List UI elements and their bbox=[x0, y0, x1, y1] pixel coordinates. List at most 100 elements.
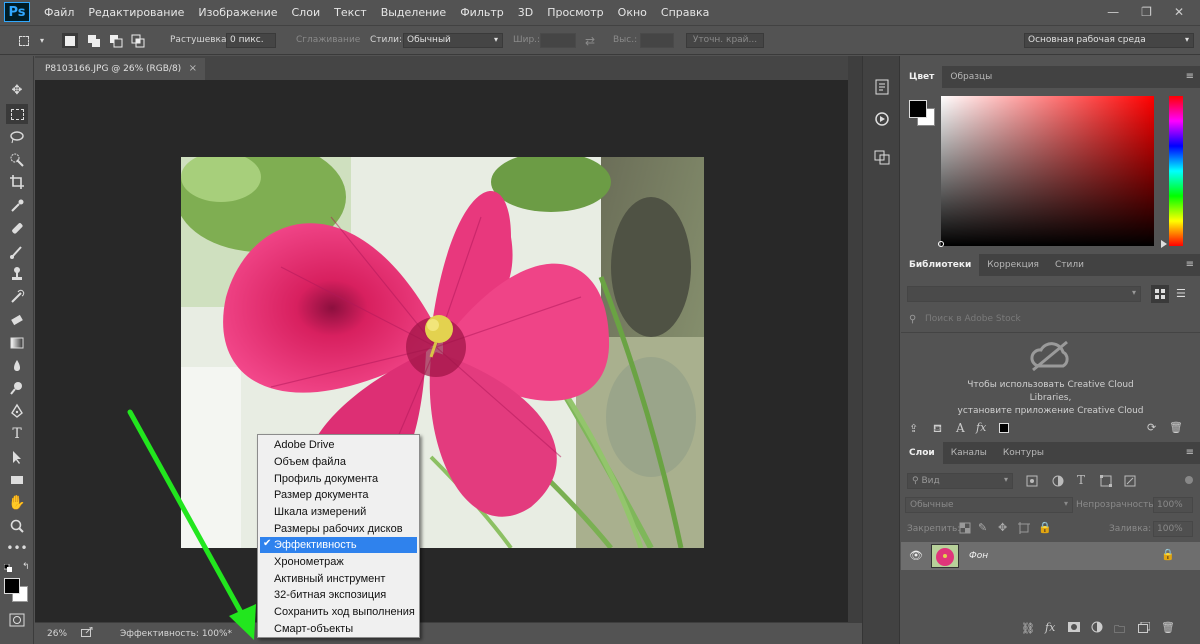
zoom-tool-icon[interactable] bbox=[6, 516, 28, 536]
hand-tool-icon[interactable]: ✋ bbox=[6, 493, 28, 513]
menu-view[interactable]: Просмотр bbox=[547, 6, 603, 19]
lasso-tool-icon[interactable] bbox=[6, 127, 28, 147]
new-selection-icon[interactable] bbox=[62, 33, 78, 48]
list-view-icon[interactable]: ☰ bbox=[1176, 287, 1186, 300]
close-button[interactable]: ✕ bbox=[1174, 5, 1184, 19]
tab-channels[interactable]: Каналы bbox=[943, 442, 995, 464]
hue-slider[interactable] bbox=[1169, 96, 1183, 246]
add-selection-icon[interactable] bbox=[86, 33, 102, 48]
menu-item-scratch-sizes[interactable]: Размеры рабочих дисков bbox=[260, 521, 417, 537]
intersect-selection-icon[interactable] bbox=[130, 33, 146, 48]
panel-menu-icon[interactable]: ≡ bbox=[1186, 71, 1194, 82]
tab-adjustments[interactable]: Коррекция bbox=[979, 254, 1047, 276]
marquee-preset-icon[interactable] bbox=[16, 33, 32, 48]
menu-layers[interactable]: Слои bbox=[292, 6, 321, 19]
menu-3d[interactable]: 3D bbox=[518, 6, 533, 19]
grid-view-icon[interactable] bbox=[1151, 285, 1169, 303]
menu-item-efficiency[interactable]: ✔ Эффективность bbox=[260, 537, 417, 553]
foreground-color-swatch[interactable] bbox=[4, 578, 20, 594]
filter-toggle[interactable] bbox=[1185, 476, 1193, 484]
crop-tool-icon[interactable] bbox=[6, 172, 28, 192]
library-select[interactable]: ▾ bbox=[907, 286, 1141, 302]
add-layer-style-icon[interactable]: fx bbox=[1045, 621, 1055, 634]
properties-panel-icon[interactable] bbox=[871, 146, 893, 168]
menu-item-file-size[interactable]: Объем файла bbox=[260, 454, 417, 470]
zoom-level[interactable]: 26% bbox=[47, 629, 67, 639]
width-input[interactable] bbox=[540, 33, 576, 48]
delete-layer-icon[interactable]: 🗑 bbox=[1161, 621, 1175, 634]
filter-smart-object-icon[interactable] bbox=[1123, 474, 1137, 488]
blend-mode-select[interactable]: Обычные ▾ bbox=[905, 497, 1073, 513]
menu-item-adobe-drive[interactable]: Adobe Drive bbox=[260, 437, 417, 453]
tab-paths[interactable]: Контуры bbox=[995, 442, 1052, 464]
lock-position-icon[interactable]: ✥ bbox=[998, 521, 1007, 534]
layer-name[interactable]: Фон bbox=[969, 551, 988, 561]
opacity-input[interactable]: 100% bbox=[1153, 497, 1193, 513]
link-layers-icon[interactable]: ⛓ bbox=[1021, 622, 1035, 635]
dodge-tool-icon[interactable] bbox=[6, 378, 28, 398]
close-tab-icon[interactable]: × bbox=[189, 63, 197, 74]
restore-button[interactable]: ❐ bbox=[1141, 5, 1152, 19]
actions-panel-icon[interactable] bbox=[871, 108, 893, 130]
new-adjustment-layer-icon[interactable] bbox=[1091, 621, 1103, 633]
marquee-tool-icon[interactable] bbox=[6, 104, 28, 124]
filter-type-icon[interactable]: T bbox=[1077, 473, 1085, 487]
tab-libraries[interactable]: Библиотеки bbox=[901, 254, 980, 276]
character-style-icon[interactable]: A bbox=[956, 421, 965, 435]
tab-styles[interactable]: Стили bbox=[1047, 254, 1092, 276]
layer-style-icon[interactable]: fx bbox=[976, 421, 986, 434]
fill-input[interactable]: 100% bbox=[1153, 521, 1193, 537]
foreground-color-chip[interactable] bbox=[909, 100, 927, 118]
pen-tool-icon[interactable] bbox=[6, 401, 28, 421]
menu-type[interactable]: Текст bbox=[334, 6, 367, 19]
layer-filter-select[interactable]: ⚲ Вид ▾ bbox=[907, 473, 1013, 489]
menu-item-timing[interactable]: Хронометраж bbox=[260, 554, 417, 570]
filter-pixel-icon[interactable] bbox=[1025, 474, 1039, 488]
gradient-tool-icon[interactable] bbox=[6, 333, 28, 353]
default-colors-icon[interactable] bbox=[3, 563, 12, 572]
tab-swatches[interactable]: Образцы bbox=[942, 66, 1000, 88]
new-layer-icon[interactable] bbox=[1138, 621, 1151, 633]
rectangle-tool-icon[interactable] bbox=[6, 470, 28, 490]
trash-icon[interactable]: 🗑 bbox=[1169, 421, 1183, 434]
swap-colors-icon[interactable]: ↰ bbox=[22, 562, 30, 572]
eyedropper-tool-icon[interactable] bbox=[6, 196, 28, 216]
color-field[interactable] bbox=[941, 96, 1154, 246]
menu-filter[interactable]: Фильтр bbox=[460, 6, 504, 19]
history-panel-icon[interactable] bbox=[871, 76, 893, 98]
tab-layers[interactable]: Слои bbox=[901, 442, 943, 464]
menu-item-measurement-scale[interactable]: Шкала измерений bbox=[260, 504, 417, 520]
menu-edit[interactable]: Редактирование bbox=[88, 6, 184, 19]
healing-brush-tool-icon[interactable] bbox=[6, 218, 28, 238]
menu-item-32bit-exposure[interactable]: 32-битная экспозиция bbox=[260, 587, 417, 603]
menu-image[interactable]: Изображение bbox=[198, 6, 277, 19]
menu-file[interactable]: Файл bbox=[44, 6, 74, 19]
color-swatch-icon[interactable] bbox=[999, 423, 1009, 433]
paint-bucket-icon[interactable]: ⛾ bbox=[933, 422, 942, 437]
swap-dimensions-icon[interactable]: ⇄ bbox=[582, 33, 598, 48]
type-tool-icon[interactable]: T bbox=[6, 424, 28, 444]
menu-select[interactable]: Выделение bbox=[381, 6, 447, 19]
quick-mask-icon[interactable] bbox=[6, 610, 28, 630]
status-info[interactable]: Эффективность: 100%* bbox=[120, 629, 232, 639]
export-icon[interactable] bbox=[81, 626, 93, 637]
subtract-selection-icon[interactable] bbox=[108, 33, 124, 48]
path-selection-tool-icon[interactable] bbox=[6, 447, 28, 467]
workspace-select[interactable]: Основная рабочая среда ▾ bbox=[1024, 33, 1194, 48]
panel-menu-icon[interactable]: ≡ bbox=[1186, 447, 1194, 458]
document-tab[interactable]: P8103166.JPG @ 26% (RGB/8) × bbox=[35, 58, 205, 80]
tab-color[interactable]: Цвет bbox=[901, 66, 943, 88]
menu-help[interactable]: Справка bbox=[661, 6, 709, 19]
new-group-icon[interactable]: 🗀 bbox=[1114, 621, 1125, 640]
menu-item-save-progress[interactable]: Сохранить ход выполнения bbox=[260, 604, 417, 620]
filter-shape-icon[interactable] bbox=[1099, 474, 1113, 488]
upload-icon[interactable]: ⇪ bbox=[909, 422, 918, 435]
lock-transparent-icon[interactable] bbox=[959, 522, 971, 534]
menu-window[interactable]: Окно bbox=[618, 6, 647, 19]
brush-tool-icon[interactable] bbox=[6, 242, 28, 262]
height-input[interactable] bbox=[640, 33, 674, 48]
feather-input[interactable]: 0 пикс. bbox=[226, 33, 276, 48]
hue-slider-handle[interactable] bbox=[1161, 240, 1167, 248]
color-picker-marker[interactable] bbox=[938, 241, 944, 247]
menu-item-current-tool[interactable]: Активный инструмент bbox=[260, 571, 417, 587]
